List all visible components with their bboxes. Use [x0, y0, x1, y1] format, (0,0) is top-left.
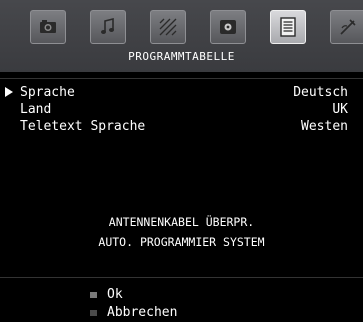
setting-value: Deutsch — [293, 85, 348, 100]
ok-label: Ok — [107, 287, 123, 302]
setting-value: UK — [332, 102, 348, 117]
sound-icon — [101, 17, 114, 34]
setting-value: Westen — [301, 119, 348, 134]
cancel-hint[interactable]: Abbrechen — [0, 304, 363, 322]
setting-row-country[interactable]: Land UK — [0, 101, 363, 118]
ok-key-icon — [90, 292, 97, 298]
menu-title: PROGRAMMTABELLE — [128, 50, 235, 63]
ok-hint[interactable]: Ok — [0, 286, 363, 304]
program-table-icon — [280, 17, 296, 37]
setting-label: Teletext Sprache — [20, 119, 146, 134]
tab-install[interactable] — [210, 10, 246, 44]
settings-list: Sprache Deutsch Land UK Teletext Sprache… — [0, 84, 363, 135]
tab-source[interactable] — [330, 10, 363, 44]
status-message-line2: AUTO. PROGRAMMIER SYSTEM — [98, 235, 265, 249]
setting-label: Sprache — [20, 85, 75, 100]
source-icon — [340, 19, 356, 35]
picture-icon — [40, 20, 56, 33]
menu-header: PROGRAMMTABELLE — [0, 0, 363, 72]
key-hints: Ok Abbrechen — [0, 286, 363, 322]
feature-icon — [159, 18, 177, 36]
install-icon — [220, 20, 236, 34]
status-message-line1: ANTENNENKABEL ÜBERPR. — [108, 215, 255, 229]
tab-sound[interactable] — [90, 10, 126, 44]
tab-feature[interactable] — [150, 10, 186, 44]
selection-arrow-icon — [5, 87, 13, 97]
cancel-label: Abbrechen — [107, 305, 178, 320]
setting-label: Land — [20, 102, 52, 117]
tab-program-table[interactable] — [270, 10, 306, 44]
header-divider — [0, 78, 363, 79]
tv-menu-screen: PROGRAMMTABELLE Sprache Deutsch Land UK … — [0, 0, 363, 322]
footer-divider — [0, 277, 363, 278]
setting-row-teletext-language[interactable]: Teletext Sprache Westen — [0, 118, 363, 135]
cancel-key-icon — [90, 310, 97, 316]
setting-row-language[interactable]: Sprache Deutsch — [0, 84, 363, 101]
menu-tab-bar — [30, 10, 363, 44]
tab-picture[interactable] — [30, 10, 66, 44]
